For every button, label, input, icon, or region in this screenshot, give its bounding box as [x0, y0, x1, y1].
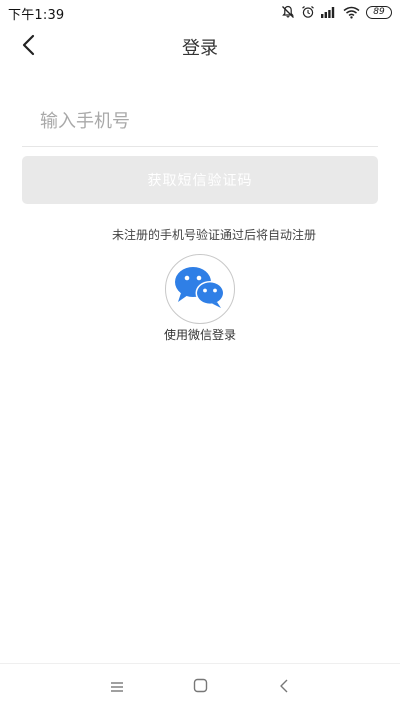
home-icon — [193, 678, 208, 697]
register-hint: 未注册的手机号验证通过后将自动注册 — [111, 228, 316, 242]
menu-button[interactable] — [106, 676, 128, 698]
wechat-login-label: 使用微信登录 — [163, 328, 236, 342]
phone-input[interactable] — [22, 100, 378, 142]
wifi-icon — [343, 6, 360, 19]
status-bar: 下午1:39 89 — [0, 0, 400, 24]
system-nav-bar — [0, 663, 400, 710]
battery-icon: 89 — [366, 5, 392, 19]
menu-icon — [110, 678, 124, 697]
mute-icon — [281, 5, 295, 19]
phone-input-wrap — [22, 100, 378, 147]
back-icon — [279, 678, 289, 697]
page-title: 登录 — [182, 38, 218, 59]
header: 登录 — [0, 24, 400, 68]
wechat-login-button[interactable]: 使用微信登录 — [150, 254, 250, 343]
home-button[interactable] — [189, 676, 211, 698]
get-sms-code-button[interactable]: 获取短信验证码 — [22, 156, 378, 204]
signal-icon — [321, 6, 337, 18]
wechat-icon-circle — [165, 254, 235, 324]
status-time: 下午1:39 — [8, 8, 65, 23]
system-back-button[interactable] — [273, 676, 295, 698]
wechat-icon — [171, 264, 229, 314]
alarm-icon — [301, 5, 315, 19]
status-icons: 89 — [281, 3, 392, 21]
